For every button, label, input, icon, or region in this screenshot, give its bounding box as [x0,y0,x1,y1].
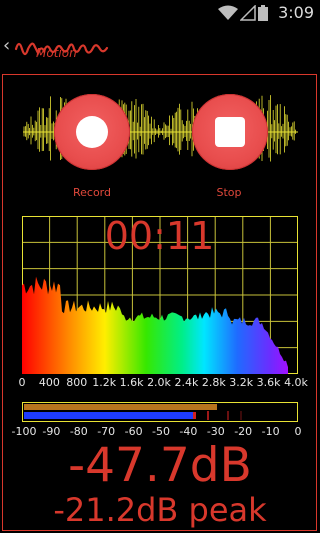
db-label: -10 [261,425,280,438]
frequency-label: 4.0k [284,376,308,389]
db-label: -90 [42,425,61,438]
db-axis-labels: -100 -90 -80 -70 -60 -50 -40 -30 -20 -10 0 [8,425,313,439]
db-peak-readout: -21.2dB peak [53,491,267,529]
db-label: 0 [294,425,302,438]
db-label: -80 [69,425,88,438]
level-meter [22,402,298,422]
record-icon [76,116,108,148]
frequency-label: 400 [38,376,60,389]
action-bar: ‹ Motion [0,25,320,72]
stop-button[interactable] [192,94,268,170]
db-label: -40 [179,425,198,438]
frequency-label: 800 [66,376,88,389]
frequency-label: 3.2k [229,376,254,389]
wifi-icon [218,5,238,20]
db-label: -20 [234,425,253,438]
frequency-label: 2.0k [147,376,171,389]
frequency-label: 0 [18,376,26,389]
app-logo[interactable]: Motion [14,33,109,67]
frequency-label: 1.2k [92,376,117,389]
status-bar: 3:09 [0,0,320,25]
record-label: Record [72,186,111,199]
frequency-label: 3.6k [256,376,281,389]
frequency-axis-labels: 0 400 800 1.2k 1.6k 2.0k 2.4k 2.8k 3.2k 3.6k 4.0k [18,376,313,390]
db-level-readout: -47.7dB [68,438,252,493]
stop-label: Stop [216,186,242,199]
db-label: -60 [124,425,143,438]
battery-icon [258,5,268,21]
status-icons [218,4,268,22]
db-label: -30 [206,425,225,438]
db-label: -50 [152,425,170,438]
svg-text:Motion: Motion [36,46,77,60]
frequency-label: 2.8k [201,376,226,389]
db-label: -100 [11,425,37,438]
record-button[interactable] [54,94,130,170]
status-time: 3:09 [278,3,314,22]
frequency-label: 1.6k [119,376,144,389]
elapsed-timer: 00:11 [104,214,215,258]
stop-icon [215,117,245,147]
frequency-label: 2.4k [174,376,199,389]
back-chevron-icon[interactable]: ‹ [3,35,10,57]
db-label: -70 [97,425,116,438]
signal-icon [240,5,256,21]
